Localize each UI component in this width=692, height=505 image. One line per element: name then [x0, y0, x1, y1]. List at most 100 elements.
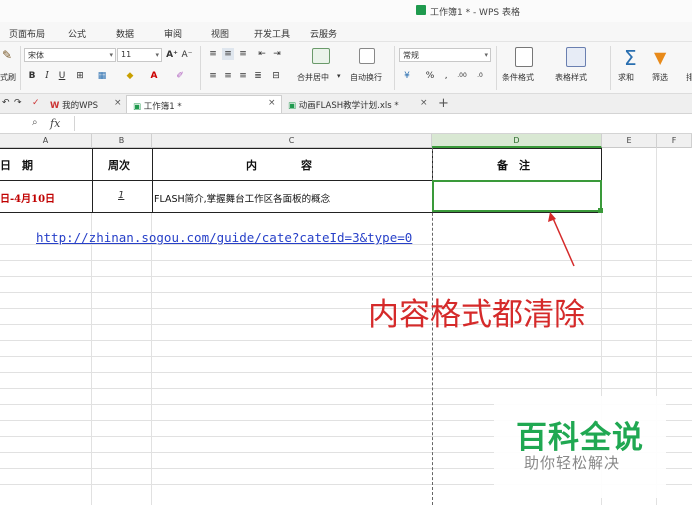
window-title: 工作簿1 * - WPS 表格: [430, 8, 520, 18]
sort-label[interactable]: 排: [686, 72, 692, 83]
align-top-icon[interactable]: ≡: [207, 48, 219, 60]
align-left-icon[interactable]: ≡: [207, 70, 219, 82]
gridline: [0, 388, 692, 389]
menu-view[interactable]: 视图: [211, 27, 229, 40]
font-color-icon[interactable]: A: [148, 70, 160, 82]
wps-logo-icon: W: [50, 101, 60, 111]
gridline: [0, 260, 692, 261]
menu-review[interactable]: 审阅: [164, 27, 182, 40]
percent-button[interactable]: %: [424, 70, 436, 82]
fill-handle[interactable]: [598, 208, 603, 213]
watermark: 百科全说 助你轻松解决: [494, 396, 666, 498]
wps-spreadsheet-window: 工作簿1 * - WPS 表格 页面布局 公式 数据 审阅 视图 开发工具 云服…: [0, 0, 692, 505]
number-format-select[interactable]: 常规 ▾: [399, 48, 491, 62]
header-remark[interactable]: 备 注: [497, 157, 530, 173]
column-header-a[interactable]: A: [0, 134, 92, 148]
format-painter-icon[interactable]: ✎: [2, 48, 12, 62]
distribute-icon[interactable]: ⊟: [270, 70, 282, 82]
column-header-c[interactable]: C: [152, 134, 432, 148]
font-size-value: 11: [121, 50, 132, 59]
merge-center-label[interactable]: 合并居中: [297, 72, 329, 83]
indent-increase-icon[interactable]: ⇥: [271, 48, 283, 60]
conditional-format-label[interactable]: 条件格式: [502, 72, 534, 83]
decrease-decimal-button[interactable]: .0: [474, 70, 486, 82]
wrap-text-label[interactable]: 自动换行: [350, 72, 382, 83]
gridline: [0, 276, 692, 277]
spreadsheet-icon: [416, 5, 426, 15]
table-style-icon[interactable]: [566, 47, 586, 67]
tab-flash-plan[interactable]: ▣ 动画FLASH教学计划.xls *: [282, 95, 432, 113]
tab-workbook1[interactable]: ▣ 工作簿1 *: [126, 95, 282, 113]
header-content[interactable]: 内 容: [246, 157, 312, 173]
menu-page-layout[interactable]: 页面布局: [9, 27, 45, 40]
divider: [496, 46, 497, 90]
fx-icon[interactable]: fx: [50, 117, 60, 130]
column-header-row: A B C D E F: [0, 134, 692, 148]
chevron-down-icon: ▾: [155, 51, 159, 59]
formula-input[interactable]: [74, 116, 692, 131]
column-header-d[interactable]: D: [432, 134, 602, 148]
annotation-arrow: [548, 212, 575, 267]
wrap-text-icon[interactable]: [359, 48, 375, 64]
close-icon[interactable]: ×: [420, 98, 428, 108]
fill-color-icon[interactable]: ◆: [124, 70, 136, 82]
header-week[interactable]: 周次: [108, 157, 130, 173]
tab-label: 我的WPS: [62, 101, 99, 111]
column-header-b[interactable]: B: [92, 134, 152, 148]
merge-center-icon[interactable]: [312, 48, 330, 64]
undo-icon[interactable]: ↶: [2, 98, 10, 108]
conditional-format-icon[interactable]: [515, 47, 533, 67]
column-header-e[interactable]: E: [602, 134, 657, 148]
table-style-label[interactable]: 表格样式: [555, 72, 587, 83]
filter-label[interactable]: 筛选: [652, 72, 668, 83]
pin-icon[interactable]: ✓: [32, 98, 40, 108]
menu-developer[interactable]: 开发工具: [254, 27, 290, 40]
number-format-value: 常规: [403, 51, 419, 60]
currency-icon[interactable]: ¥: [401, 70, 413, 82]
decrease-font-icon[interactable]: A⁻: [181, 49, 193, 61]
bold-button[interactable]: B: [26, 70, 38, 82]
search-icon[interactable]: ⌕: [32, 117, 38, 128]
italic-button[interactable]: I: [41, 70, 53, 82]
font-size-select[interactable]: 11 ▾: [117, 48, 162, 62]
watermark-title: 百科全说: [516, 420, 644, 456]
menu-cloud[interactable]: 云服务: [310, 27, 337, 40]
filter-icon[interactable]: ▼: [654, 48, 666, 67]
font-name-select[interactable]: 宋体 ▾: [24, 48, 116, 62]
align-center-icon[interactable]: ≡: [222, 70, 234, 82]
cell-date[interactable]: 日-4月10日: [0, 190, 55, 205]
menu-data[interactable]: 数据: [116, 27, 134, 40]
align-middle-icon[interactable]: ≡: [222, 48, 234, 60]
column-header-f[interactable]: F: [657, 134, 692, 148]
increase-font-icon[interactable]: A⁺: [166, 49, 178, 61]
menu-formulas[interactable]: 公式: [68, 27, 86, 40]
sum-label[interactable]: 求和: [618, 72, 634, 83]
close-icon[interactable]: ×: [114, 98, 122, 108]
sheet-icon: ▣: [133, 102, 142, 112]
cell-content[interactable]: FLASH简介,掌握舞台工作区各面板的概念: [154, 191, 330, 205]
format-painter-label[interactable]: 式刷: [0, 72, 16, 83]
divider: [610, 46, 611, 90]
border-icon[interactable]: ⊞: [74, 70, 86, 82]
underline-button[interactable]: U: [56, 70, 68, 82]
close-icon[interactable]: ×: [268, 98, 276, 108]
clear-format-icon[interactable]: ✐: [174, 70, 186, 82]
spreadsheet-grid[interactable]: 日 期 周次 内 容 备 注 日-4月10日 1 FLASH简介,掌握舞台工作区…: [0, 148, 692, 505]
font-name-value: 宋体: [28, 51, 44, 60]
justify-icon[interactable]: ≣: [252, 70, 264, 82]
align-bottom-icon[interactable]: ≡: [237, 48, 249, 60]
comma-button[interactable]: ‚: [440, 70, 452, 82]
formula-bar: ⌕ fx: [0, 114, 692, 134]
sum-icon[interactable]: Σ: [624, 46, 637, 70]
header-date[interactable]: 日 期: [0, 157, 33, 173]
title-bar: 工作簿1 * - WPS 表格: [0, 0, 692, 22]
selected-cell[interactable]: [432, 180, 602, 212]
new-tab-icon[interactable]: +: [438, 96, 449, 111]
align-right-icon[interactable]: ≡: [237, 70, 249, 82]
indent-decrease-icon[interactable]: ⇤: [256, 48, 268, 60]
hyperlink[interactable]: http://zhinan.sogou.com/guide/cate?cateI…: [36, 230, 412, 245]
fill-pattern-icon[interactable]: ▦: [96, 70, 108, 82]
increase-decimal-button[interactable]: .00: [456, 70, 468, 82]
cell-week[interactable]: 1: [118, 190, 124, 201]
redo-icon[interactable]: ↷: [14, 98, 22, 108]
